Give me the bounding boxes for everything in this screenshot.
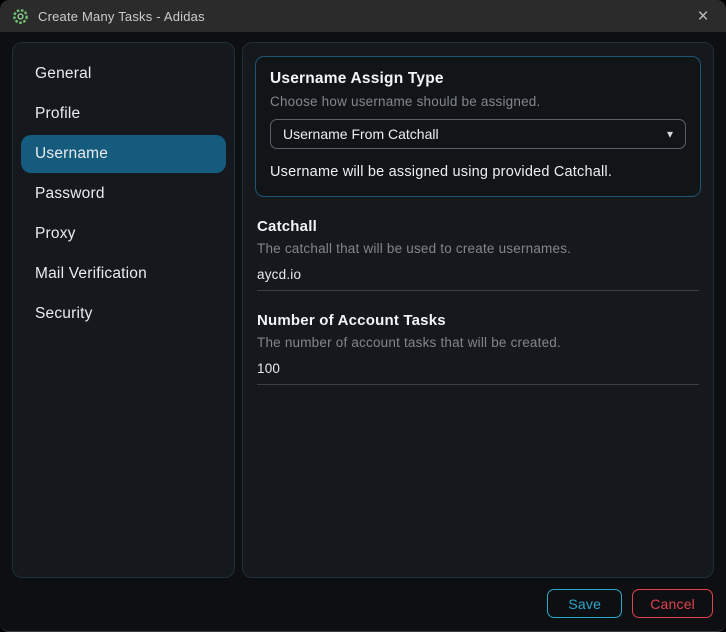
catchall-input[interactable] bbox=[257, 267, 699, 291]
close-icon[interactable]: × bbox=[690, 3, 716, 29]
select-value: Username From Catchall bbox=[283, 126, 439, 142]
catchall-description: The catchall that will be used to create… bbox=[257, 241, 699, 256]
chevron-down-icon: ▾ bbox=[667, 127, 673, 141]
create-many-tasks-dialog: Create Many Tasks - Adidas × General Pro… bbox=[0, 0, 726, 632]
sidebar-item-username[interactable]: Username bbox=[21, 135, 226, 173]
number-of-account-tasks-field-group: Number of Account Tasks The number of ac… bbox=[255, 312, 701, 385]
sidebar: General Profile Username Password Proxy … bbox=[12, 42, 235, 578]
assign-type-helper: Username will be assigned using provided… bbox=[270, 164, 686, 180]
sidebar-item-password[interactable]: Password bbox=[21, 175, 226, 213]
username-assign-type-select[interactable]: Username From Catchall ▾ bbox=[270, 119, 686, 149]
sidebar-item-general[interactable]: General bbox=[21, 55, 226, 93]
number-of-account-tasks-label: Number of Account Tasks bbox=[257, 312, 699, 329]
cancel-button[interactable]: Cancel bbox=[632, 589, 713, 618]
window-title: Create Many Tasks - Adidas bbox=[38, 9, 205, 24]
number-of-account-tasks-description: The number of account tasks that will be… bbox=[257, 335, 699, 350]
username-assign-type-card: Username Assign Type Choose how username… bbox=[255, 56, 701, 197]
sidebar-item-proxy[interactable]: Proxy bbox=[21, 215, 226, 253]
aycd-logo-icon bbox=[12, 8, 29, 25]
footer: Save Cancel bbox=[547, 589, 713, 618]
sidebar-item-security[interactable]: Security bbox=[21, 295, 226, 333]
catchall-field-group: Catchall The catchall that will be used … bbox=[255, 218, 701, 291]
sidebar-item-mail-verification[interactable]: Mail Verification bbox=[21, 255, 226, 293]
sidebar-item-profile[interactable]: Profile bbox=[21, 95, 226, 133]
content-panel: Username Assign Type Choose how username… bbox=[242, 42, 714, 578]
number-of-account-tasks-input[interactable] bbox=[257, 361, 699, 385]
save-button[interactable]: Save bbox=[547, 589, 622, 618]
titlebar: Create Many Tasks - Adidas × bbox=[0, 0, 726, 32]
catchall-label: Catchall bbox=[257, 218, 699, 235]
assign-type-title: Username Assign Type bbox=[270, 70, 686, 88]
assign-type-description: Choose how username should be assigned. bbox=[270, 94, 686, 109]
